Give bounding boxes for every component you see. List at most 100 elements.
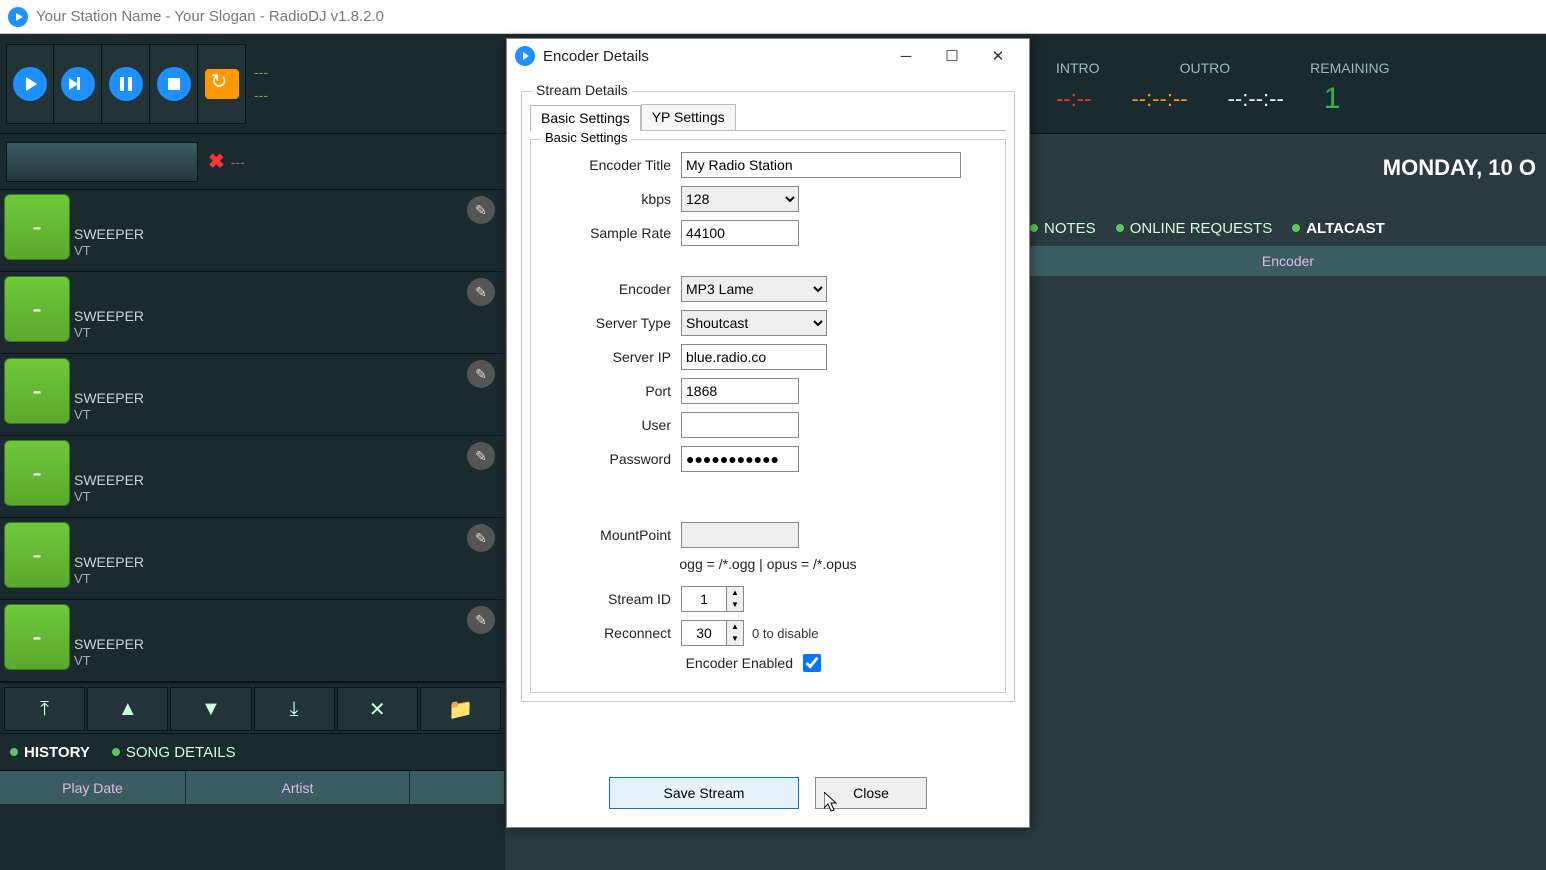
playlist-type: SWEEPER (74, 308, 144, 325)
maximize-button[interactable]: ☐ (929, 41, 975, 71)
intro-label: INTRO (1056, 60, 1100, 76)
waveform-clear-icon[interactable]: ✖ (208, 149, 225, 174)
save-stream-button[interactable]: Save Stream (609, 777, 799, 809)
titlebar: Your Station Name - Your Slogan - RadioD… (0, 0, 1546, 34)
playlist-edit-button[interactable]: ✎ (467, 196, 495, 224)
play-button[interactable] (6, 44, 54, 124)
tab-basic-settings[interactable]: Basic Settings (530, 105, 641, 131)
playlist-edit-button[interactable]: ✎ (467, 360, 495, 388)
move-up-button[interactable]: ▲ (87, 687, 168, 731)
close-window-button[interactable]: ✕ (975, 41, 1021, 71)
encoder-enabled-checkbox[interactable] (803, 654, 821, 672)
tab-altacast[interactable]: ALTACAST (1292, 220, 1385, 237)
mountpoint-input[interactable] (681, 522, 799, 548)
app-icon (8, 7, 28, 27)
playlist-row[interactable]: - SWEEPER VT ✎ (0, 518, 505, 600)
playlist-row[interactable]: - SWEEPER VT ✎ (0, 272, 505, 354)
reconnect-stepper[interactable]: ▲▼ (681, 620, 744, 646)
server-ip-input[interactable] (681, 344, 827, 370)
encoder-title-input[interactable] (681, 152, 961, 178)
col-artist[interactable]: Artist (186, 771, 410, 804)
spin-down-icon[interactable]: ▼ (727, 633, 743, 645)
timing-values: --:-- --:--:-- --:--:-- 1 (1036, 82, 1546, 116)
playlist-sub: VT (74, 653, 144, 669)
sample-rate-input[interactable] (681, 220, 799, 246)
inner-group-title: Basic Settings (541, 130, 631, 145)
dialog-titlebar[interactable]: Encoder Details ─ ☐ ✕ (507, 39, 1029, 73)
move-down-button[interactable]: ▼ (170, 687, 251, 731)
next-icon (61, 67, 95, 101)
port-input[interactable] (681, 378, 799, 404)
spin-up-icon[interactable]: ▲ (727, 621, 743, 633)
reconnect-hint: 0 to disable (752, 626, 819, 641)
dialog-title: Encoder Details (543, 48, 649, 65)
user-input[interactable] (681, 412, 799, 438)
playlist-meta: SWEEPER VT (74, 600, 144, 681)
move-bottom-button[interactable]: ⤓ (254, 687, 335, 731)
open-folder-button[interactable]: 📁 (420, 687, 501, 731)
dot-icon (1116, 224, 1124, 232)
playlist-edit-button[interactable]: ✎ (467, 442, 495, 470)
playlist-meta: SWEEPER VT (74, 190, 144, 271)
close-button[interactable]: Close (815, 777, 927, 809)
playlist-type: SWEEPER (74, 390, 144, 407)
server-type-select[interactable]: Shoutcast (681, 310, 827, 336)
stream-id-input[interactable] (681, 586, 727, 612)
encoder-enabled-label: Encoder Enabled (541, 655, 803, 671)
reconnect-input[interactable] (681, 620, 727, 646)
kbps-label: kbps (541, 191, 681, 207)
tab-song-details[interactable]: SONG DETAILS (112, 744, 236, 761)
bottom-tabs: HISTORY SONG DETAILS (0, 734, 505, 770)
pause-button[interactable] (102, 44, 150, 124)
stream-id-stepper[interactable]: ▲▼ (681, 586, 744, 612)
spin-up-icon[interactable]: ▲ (727, 587, 743, 599)
dot-icon (1292, 224, 1300, 232)
encoder-select[interactable]: MP3 Lame (681, 276, 827, 302)
dialog-body: Stream Details Basic Settings YP Setting… (507, 73, 1029, 710)
tab-yp-settings[interactable]: YP Settings (641, 104, 736, 130)
playlist-sub: VT (74, 407, 144, 423)
move-top-button[interactable]: ⤒ (4, 687, 85, 731)
remaining-label: REMAINING (1310, 60, 1389, 76)
encoder-label: Encoder (541, 281, 681, 297)
playlist-edit-button[interactable]: ✎ (467, 606, 495, 634)
playlist-badge: - (4, 604, 70, 670)
tab-history[interactable]: HISTORY (10, 744, 90, 761)
dialog-icon (515, 46, 535, 66)
mountpoint-hint: ogg = /*.ogg | opus = /*.opus (541, 556, 995, 572)
playlist-row[interactable]: - SWEEPER VT ✎ (0, 600, 505, 682)
playlist-type: SWEEPER (74, 636, 144, 653)
playlist-sub: VT (74, 325, 144, 341)
playlist-edit-button[interactable]: ✎ (467, 278, 495, 306)
playlist-row[interactable]: - SWEEPER VT ✎ (0, 354, 505, 436)
kbps-select[interactable]: 128 (681, 186, 799, 212)
playlist-meta: SWEEPER VT (74, 354, 144, 435)
encoder-column-header: Encoder (1030, 246, 1546, 276)
playlist-edit-button[interactable]: ✎ (467, 524, 495, 552)
recycle-icon (205, 69, 239, 99)
playlist-row[interactable]: - SWEEPER VT ✎ (0, 436, 505, 518)
playlist-type: SWEEPER (74, 554, 144, 571)
playlist-meta: SWEEPER VT (74, 272, 144, 353)
next-button[interactable] (54, 44, 102, 124)
user-label: User (541, 417, 681, 433)
playlist-badge: - (4, 276, 70, 342)
tab-notes[interactable]: NOTES (1030, 220, 1096, 237)
minimize-button[interactable]: ─ (883, 41, 929, 71)
stop-button[interactable] (150, 44, 198, 124)
tab-online-requests[interactable]: ONLINE REQUESTS (1116, 220, 1273, 237)
encoder-title-label: Encoder Title (541, 157, 681, 173)
recycle-button[interactable] (198, 44, 246, 124)
outro-label: OUTRO (1180, 60, 1231, 76)
playlist-meta: SWEEPER VT (74, 518, 144, 599)
spin-down-icon[interactable]: ▼ (727, 599, 743, 611)
playlist-sub: VT (74, 571, 144, 587)
stream-details-group: Stream Details Basic Settings YP Setting… (521, 91, 1015, 702)
shuffle-button[interactable]: ✕ (337, 687, 418, 731)
password-input[interactable] (681, 446, 799, 472)
settings-tabs: Basic Settings YP Settings (530, 104, 1006, 131)
waveform-dash: --- (231, 154, 245, 170)
date-display: MONDAY, 10 O (1246, 155, 1546, 181)
col-play-date[interactable]: Play Date (0, 771, 186, 804)
playlist-row[interactable]: - SWEEPER VT ✎ (0, 190, 505, 272)
